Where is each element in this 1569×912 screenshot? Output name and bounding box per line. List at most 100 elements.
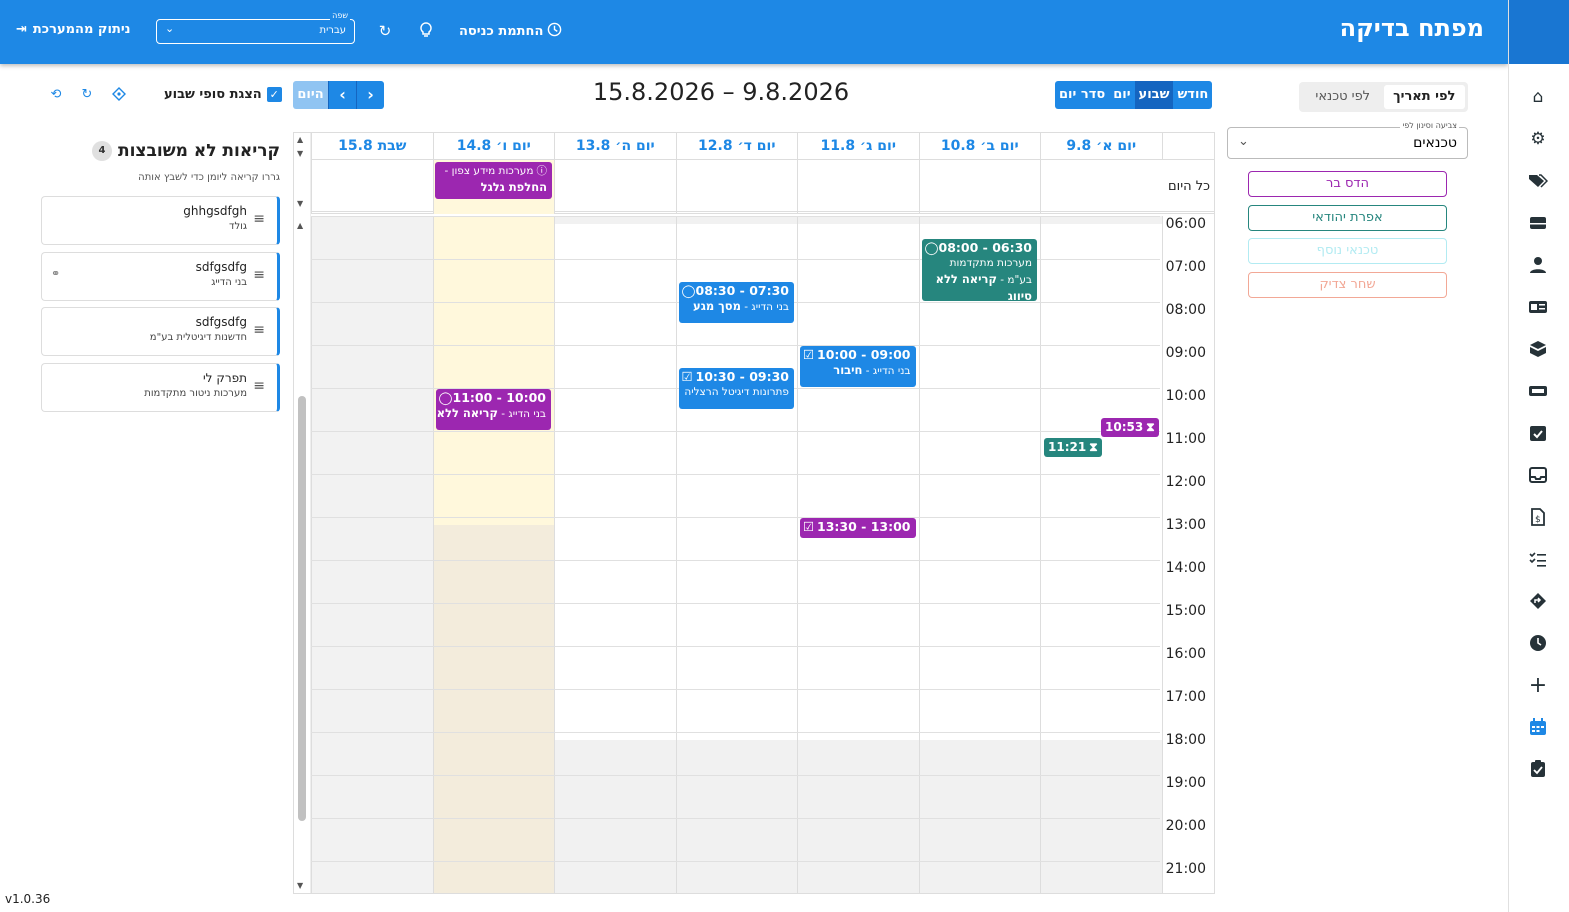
day-header[interactable]: יום ב׳ 10.8 (918, 133, 1040, 160)
task-check-icon[interactable] (1527, 422, 1549, 444)
event-customer: בני הדייג - (862, 365, 911, 377)
logout-button[interactable]: ⇥ ניתוק מהמערכת (16, 22, 131, 37)
calendar-event[interactable]: 13:00 - 13:30 ☑ (800, 518, 916, 538)
lightbulb-icon[interactable] (417, 22, 435, 42)
technician-filter-button[interactable]: הדס בר (1248, 171, 1447, 197)
day-column[interactable] (554, 216, 676, 893)
all-day-cell[interactable] (675, 160, 798, 214)
show-weekends-toggle[interactable]: ✓ הצגת סופי שבוע (164, 87, 282, 102)
hour-gridline (311, 646, 1160, 647)
home-icon[interactable]: ⌂ (1527, 86, 1549, 108)
logout-icon: ⇥ (16, 22, 27, 37)
technician-filter-button[interactable]: אפרת יהודאי (1248, 204, 1447, 231)
day-header[interactable]: יום ו׳ 14.8 (432, 133, 554, 160)
day-header[interactable]: שבת 15.8 (311, 133, 433, 160)
mode-by-technician[interactable]: לפי טכנאי (1302, 85, 1384, 109)
technician-filter-button[interactable]: שחר צדיק (1248, 271, 1447, 298)
view-month[interactable]: חודש (1173, 81, 1212, 109)
checkbox-checked-icon[interactable]: ✓ (266, 87, 282, 102)
id-card-icon[interactable] (1527, 296, 1549, 318)
drag-handle-icon[interactable]: ≡ (253, 378, 265, 394)
clock-in-button[interactable]: החתמת כניסה (459, 22, 562, 41)
day-header[interactable]: יום ג׳ 11.8 (797, 133, 919, 160)
scroll-down-icon[interactable]: ▼ (297, 881, 303, 890)
all-day-cell[interactable] (918, 160, 1041, 214)
all-day-cell[interactable] (1040, 160, 1162, 214)
scroll-up-icon[interactable]: ▲ (297, 221, 303, 230)
unassigned-call-card[interactable]: ghhgsdfgh גולד ≡ (41, 196, 280, 245)
tags-icon[interactable] (1527, 170, 1549, 192)
today-button[interactable]: היום (293, 81, 328, 109)
server-icon[interactable] (1527, 212, 1549, 234)
calendar-icon[interactable] (1527, 716, 1549, 738)
unassigned-title-text: קריאות לא משובצות (117, 141, 280, 161)
unassigned-call-card[interactable]: תפרק לי מערכות ניטור מתקדמות ≡ (41, 362, 280, 412)
hour-label: 17:00 (1165, 689, 1206, 705)
day-header[interactable]: יום ד׳ 12.8 (675, 133, 797, 160)
calendar-event[interactable]: 09:30 - 10:30 ☑ פתרונות דיגיטל הרצליה (678, 367, 794, 409)
checkbox-icon: ☑ (803, 519, 815, 534)
day-column[interactable] (311, 216, 433, 893)
drag-handle-icon[interactable]: ≡ (253, 267, 265, 283)
calendar-event[interactable]: 07:30 - 08:30 ◯ בני הדייג - מסך מגע (678, 281, 794, 323)
refresh-icon[interactable]: ↻ (376, 22, 394, 40)
hour-gridline (311, 732, 1160, 733)
sync-icon[interactable]: ⟲ (48, 87, 64, 103)
unassigned-call-card[interactable]: sdfgsdfg בני הדייג ≡ ⚭ (41, 251, 280, 301)
invoice-icon[interactable]: $ (1527, 506, 1549, 528)
calendar-event[interactable]: 06:30 - 08:00 ◯ מערכות מתקדמות בע"מ - קריאה… (921, 238, 1037, 301)
reload-icon[interactable]: ↻ (79, 87, 95, 103)
plus-icon[interactable]: + (1527, 673, 1549, 698)
clock-icon[interactable] (1527, 632, 1549, 654)
clipboard-check-icon[interactable] (1527, 758, 1549, 780)
checklist-icon[interactable] (1527, 548, 1549, 570)
mode-by-date[interactable]: לפי תאריך (1383, 85, 1465, 109)
cube-icon[interactable] (1527, 338, 1549, 360)
color-filter-select[interactable]: צביעה וסינון לפי טכנאים ⌄ (1227, 121, 1468, 159)
circle-icon: ◯ (681, 282, 696, 298)
all-day-cell[interactable] (554, 160, 676, 214)
day-column[interactable] (1040, 216, 1162, 893)
unassigned-call-card[interactable]: sdfgsdfg חדשנות דיגיטלית בע"מ ≡ (41, 307, 280, 356)
event-subject: מסך מגע (693, 298, 741, 313)
locate-icon[interactable] (111, 87, 127, 103)
date-navigation: היום ‹ › (293, 81, 384, 109)
unassigned-title: קריאות לא משובצות 4 (91, 141, 280, 161)
inbox-icon[interactable] (1527, 464, 1549, 486)
day-header[interactable]: יום א׳ 9.8 (1040, 133, 1162, 160)
event-subject: קריאה ללא (436, 406, 498, 420)
day-column[interactable] (797, 216, 919, 893)
directions-icon[interactable] (1527, 590, 1549, 612)
scroll-down-icon[interactable]: ▼ (297, 199, 303, 208)
view-day[interactable]: יום (1109, 81, 1134, 109)
day-column[interactable] (432, 216, 554, 893)
link-icon[interactable]: ⚭ (51, 267, 60, 280)
prev-week-button[interactable]: › (356, 81, 384, 109)
scroll-down-icon[interactable]: ▼ (297, 149, 303, 158)
view-agenda[interactable]: סדר יום (1055, 81, 1109, 109)
hour-gridline (311, 345, 1160, 346)
user-icon[interactable] (1527, 254, 1549, 276)
scrollbar-thumb[interactable] (298, 396, 306, 821)
drag-handle-icon[interactable]: ≡ (253, 322, 265, 338)
technician-filter-button[interactable]: טכנאי נוסף (1248, 238, 1447, 264)
scroll-up-icon[interactable]: ▲ (297, 135, 303, 144)
drag-handle-icon[interactable]: ≡ (253, 211, 265, 227)
calendar-scrollbar[interactable]: ▲ ▼ ▼ ▲ ▼ (294, 133, 311, 893)
next-week-button[interactable]: ‹ (328, 81, 356, 109)
ticket-icon[interactable] (1527, 380, 1549, 402)
hour-gridline (311, 474, 1160, 475)
calendar-event[interactable]: 10:00 - 11:00 ◯ בני הדייג - קריאה ללא (435, 389, 551, 430)
settings-icon[interactable]: ⚙ (1527, 128, 1549, 150)
chevron-down-icon: ⌄ (1238, 134, 1249, 149)
calendar-event[interactable]: 09:00 - 10:00 ☑ בני הדייג - חיבור (800, 346, 916, 387)
all-day-event[interactable]: ⓘ מערכות מידע צפון - החלפת גלגל (434, 162, 552, 199)
time-entry-chip[interactable]: 11:21 ⧗ (1044, 438, 1102, 458)
view-week[interactable]: שבוע (1134, 81, 1174, 109)
all-day-cell[interactable] (797, 160, 919, 214)
all-day-cell[interactable] (311, 160, 433, 214)
day-column[interactable] (918, 216, 1040, 893)
day-header[interactable]: יום ה׳ 13.8 (554, 133, 676, 160)
time-entry-chip[interactable]: 10:53 ⧗ (1101, 418, 1159, 438)
language-select[interactable]: שפה עברית ⌄ (156, 11, 355, 44)
